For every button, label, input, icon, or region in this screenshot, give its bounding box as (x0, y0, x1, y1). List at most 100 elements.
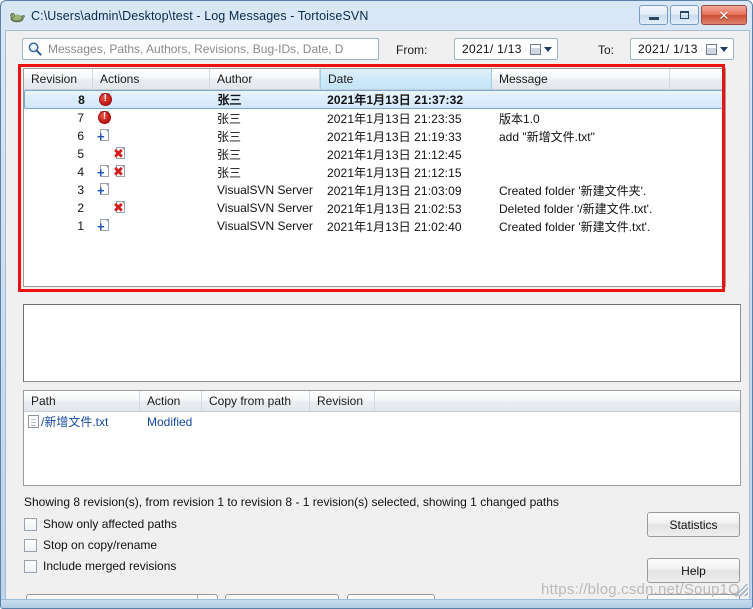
search-placeholder: Messages, Paths, Authors, Revisions, Bug… (48, 42, 344, 56)
maximize-button[interactable] (670, 5, 699, 25)
checkbox-include-merged-revisions[interactable]: Include merged revisions (24, 559, 176, 573)
cell-actions: + (93, 127, 210, 145)
cell-date: 2021年1月13日 21:03:09 (327, 183, 462, 198)
cell-author: VisualSVN Server (217, 201, 313, 215)
filter-bar: Messages, Paths, Authors, Revisions, Bug… (6, 31, 749, 63)
revision-row[interactable]: 8 张三 2021年1月13日 21:37:32 (24, 90, 725, 109)
search-input[interactable]: Messages, Paths, Authors, Revisions, Bug… (22, 38, 379, 60)
log-messages-window: C:\Users\admin\Desktop\test - Log Messag… (0, 0, 753, 609)
column-header-message[interactable]: Message (492, 69, 670, 89)
revision-row[interactable]: 5 ✖ 张三 2021年1月13日 21:12:45 (24, 145, 725, 163)
action-added-icon: + (97, 182, 112, 197)
revision-row[interactable]: 2 ✖ VisualSVN Server 2021年1月13日 21:02:53 Del… (24, 199, 725, 217)
cell-actions (94, 91, 211, 109)
from-date-value: 2021/ 1/13 (462, 42, 522, 56)
revision-row[interactable]: 1 + VisualSVN Server 2021年1月13日 21:02:40 Cre… (24, 217, 725, 235)
path-row[interactable]: /新增文件.txt Modified (24, 412, 740, 431)
cell-date: 2021年1月13日 21:19:33 (327, 129, 462, 144)
column-header-revision[interactable]: Revision (24, 69, 93, 89)
revision-row[interactable]: 7 张三 2021年1月13日 21:23:35 版本1.0 (24, 109, 725, 127)
to-date-input[interactable]: 2021/ 1/13 (630, 38, 734, 60)
cell-author: 张三 (217, 129, 242, 144)
cell-author: VisualSVN Server (217, 183, 313, 197)
chevron-down-icon (544, 47, 552, 52)
revision-row[interactable]: 3 + VisualSVN Server 2021年1月13日 21:03:09 Cre… (24, 181, 725, 199)
help-button[interactable]: Help (647, 558, 740, 583)
cell-date: 2021年1月13日 21:12:15 (327, 165, 462, 180)
column-header-action[interactable]: Action (140, 391, 202, 411)
title-bar[interactable]: C:\Users\admin\Desktop\test - Log Messag… (1, 1, 752, 30)
cell-path-text: /新增文件.txt (41, 415, 109, 429)
changed-paths-body: /新增文件.txt Modified (24, 412, 740, 431)
checkbox-icon[interactable] (24, 559, 37, 573)
column-header-path[interactable]: Path (24, 391, 140, 411)
checkbox-icon[interactable] (24, 538, 37, 552)
cell-message: Created folder '新建文件夹'. (499, 183, 647, 198)
column-header-date[interactable]: Date (320, 69, 492, 89)
cell-actions: + (93, 181, 210, 199)
action-modified-icon (98, 92, 113, 107)
action-modified-icon (97, 110, 112, 125)
calendar-icon (706, 44, 717, 55)
close-button[interactable]: ✕ (701, 5, 747, 25)
action-added-icon: + (97, 128, 112, 143)
cell-actions (93, 109, 210, 127)
window-bottom-strip (1, 584, 752, 608)
close-icon: ✕ (718, 7, 730, 23)
column-header-blank[interactable] (670, 69, 725, 89)
cell-message: add "新增文件.txt" (499, 129, 595, 144)
cell-date: 2021年1月13日 21:12:45 (327, 147, 462, 162)
to-label: To: (598, 43, 615, 57)
cell-actions: ✖ (93, 145, 210, 163)
cell-revision: 2 (77, 201, 84, 215)
cell-author: 张三 (217, 147, 242, 162)
chevron-down-icon (720, 47, 728, 52)
action-added-icon: + (97, 218, 112, 233)
to-date-picker-button[interactable] (701, 41, 731, 58)
action-added-icon: + (97, 164, 112, 179)
minimize-icon (648, 16, 659, 20)
statistics-button[interactable]: Statistics (647, 512, 740, 537)
cell-message: Created folder '新建文件.txt'. (499, 219, 651, 234)
column-header-path-revision[interactable]: Revision (310, 391, 375, 411)
search-icon (27, 41, 43, 57)
cell-author: VisualSVN Server (217, 219, 313, 233)
window-controls: ✕ (639, 5, 747, 25)
from-date-input[interactable]: 2021/ 1/13 (454, 38, 558, 60)
column-header-path-blank[interactable] (375, 391, 740, 411)
column-header-copy-from-path[interactable]: Copy from path (202, 391, 310, 411)
cell-revision: 7 (77, 111, 84, 125)
checkbox-label: Stop on copy/rename (43, 538, 158, 552)
revision-list-body: 8 张三 2021年1月13日 21:37:32 7 张三 2021年1月13日 21:2… (24, 90, 725, 235)
revision-list-header: Revision Actions Author Date Message (24, 69, 725, 90)
revision-row[interactable]: 4 + ✖ 张三 2021年1月13日 21:12:15 (24, 163, 725, 181)
cell-message: Deleted folder '/新建文件.txt'. (499, 201, 653, 216)
column-header-author[interactable]: Author (210, 69, 320, 89)
checkbox-label: Include merged revisions (43, 559, 177, 573)
resize-grip[interactable] (736, 584, 748, 596)
cell-date: 2021年1月13日 21:02:40 (327, 219, 462, 234)
action-deleted-icon: ✖ (113, 146, 125, 161)
revision-list[interactable]: Revision Actions Author Date Message 8 张三… (23, 68, 726, 287)
changed-paths-list[interactable]: Path Action Copy from path Revision /新增文… (23, 390, 741, 486)
status-summary: Showing 8 revision(s), from revision 1 t… (24, 495, 559, 509)
revision-row[interactable]: 6 + 张三 2021年1月13日 21:19:33 add "新增文件.txt" (24, 127, 725, 145)
checkbox-show-only-affected-paths[interactable]: Show only affected paths (24, 517, 177, 531)
column-header-actions[interactable]: Actions (93, 69, 210, 89)
calendar-icon (530, 44, 541, 55)
changed-paths-header: Path Action Copy from path Revision (24, 391, 740, 412)
cell-revision: 4 (77, 165, 84, 179)
checkbox-icon[interactable] (24, 517, 37, 531)
from-label: From: (396, 43, 428, 57)
minimize-button[interactable] (639, 5, 668, 25)
cell-revision: 5 (77, 147, 84, 161)
commit-message-pane[interactable] (23, 304, 741, 382)
window-title: C:\Users\admin\Desktop\test - Log Messag… (31, 8, 369, 23)
checkbox-label: Show only affected paths (43, 517, 177, 531)
from-date-picker-button[interactable] (525, 41, 555, 58)
checkbox-stop-on-copy-rename[interactable]: Stop on copy/rename (24, 538, 157, 552)
client-area: Messages, Paths, Authors, Revisions, Bug… (5, 30, 750, 608)
cell-revision: 8 (78, 92, 85, 107)
action-deleted-icon: ✖ (113, 164, 125, 179)
cell-revision: 6 (77, 129, 84, 143)
